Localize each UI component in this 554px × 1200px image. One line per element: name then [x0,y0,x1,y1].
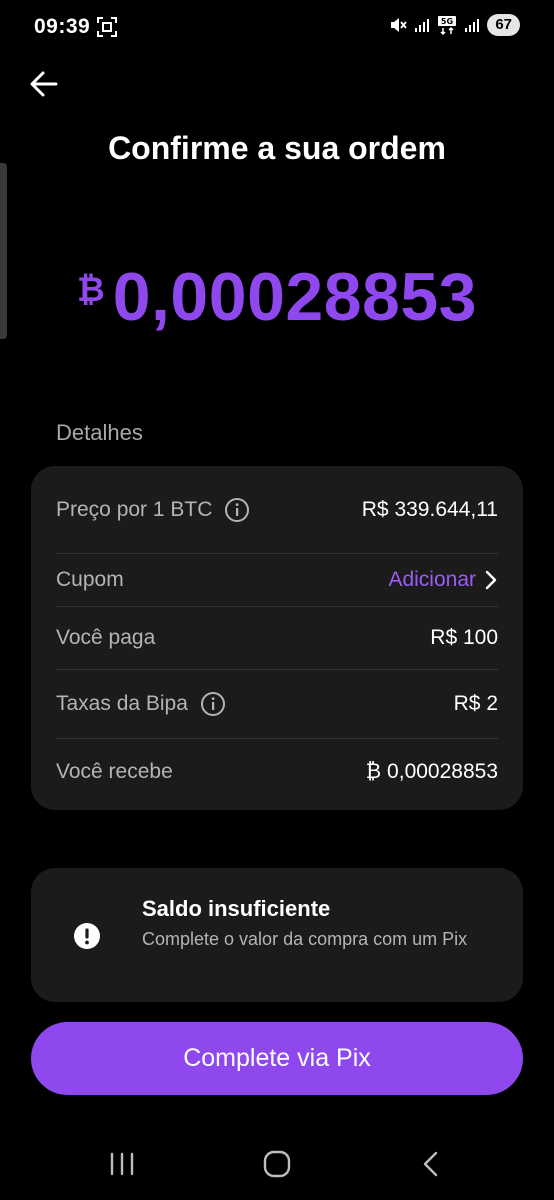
system-back-button[interactable] [414,1146,450,1182]
signal-icon [415,19,430,32]
amount-value: 0,00028853 [112,259,477,335]
back-button[interactable] [26,66,62,102]
price-per-btc-value: R$ 339.644,11 [361,497,498,521]
system-navigation-bar [0,1130,554,1194]
you-pay-row: Você paga R$ 100 [56,607,498,670]
details-section-label: Detalhes [56,420,143,445]
coupon-row[interactable]: Cupom Adicionar [56,554,498,607]
order-amount: ₿ 0,00028853 [0,258,554,336]
screenshot-icon [97,17,117,37]
add-coupon-link[interactable]: Adicionar [388,568,498,592]
battery-indicator: 67 [487,14,520,36]
exclamation-circle-icon [74,923,100,949]
you-receive-value: ₿ 0,00028853 [365,760,498,783]
info-icon[interactable] [200,691,226,717]
mute-icon [391,18,408,32]
you-receive-row: Você recebe ₿ 0,00028853 [56,739,498,805]
you-pay-value: R$ 100 [430,626,498,649]
complete-via-pix-button[interactable]: Complete via Pix [31,1022,523,1095]
complete-via-pix-label: Complete via Pix [183,1044,371,1072]
alert-title: Saldo insuficiente [142,896,331,921]
recent-apps-button[interactable] [104,1146,140,1182]
you-pay-label: Você paga [56,626,156,649]
5g-icon: 5G [438,16,457,35]
details-card: Preço por 1 BTC R$ 339.644,11 Cupom Adic… [31,466,523,810]
coupon-label: Cupom [56,568,124,591]
add-coupon-label: Adicionar [388,568,476,591]
status-icons: 5G 67 [389,14,520,36]
arrow-left-icon [30,71,58,97]
you-receive-label: Você recebe [56,760,173,783]
bipa-fees-row: Taxas da Bipa R$ 2 [56,670,498,739]
status-time: 09:39 [34,15,91,38]
alert-text: Complete o valor da compra com um Pix [142,929,468,949]
bipa-fees-value: R$ 2 [453,692,498,715]
page-title: Confirme a sua ordem [108,130,446,166]
signal-icon [465,19,480,32]
price-per-btc-row: Preço por 1 BTC R$ 339.644,11 [56,466,498,554]
svg-text:5G: 5G [441,17,453,26]
price-per-btc-label: Preço por 1 BTC [56,497,213,521]
bipa-fees-label: Taxas da Bipa [56,692,188,715]
chevron-right-icon [485,570,497,590]
status-bar: 09:39 5G 67 [0,0,554,56]
bitcoin-symbol: ₿ [77,270,105,309]
insufficient-balance-alert: Saldo insuficiente Complete o valor da c… [31,868,523,1002]
home-button[interactable] [259,1146,295,1182]
info-icon[interactable] [224,497,250,523]
